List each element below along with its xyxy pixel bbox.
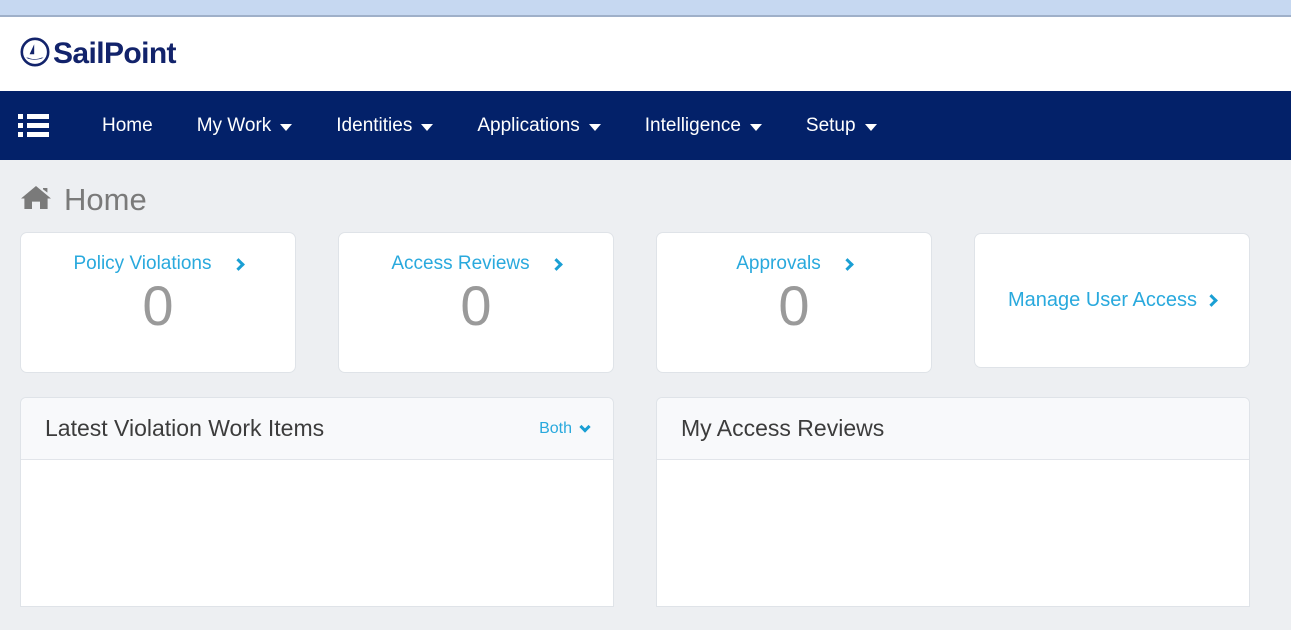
panel-title: My Access Reviews bbox=[681, 415, 885, 441]
menu-icon-bar bbox=[27, 114, 49, 119]
card-label: Approvals bbox=[736, 253, 821, 274]
panel-body bbox=[21, 460, 613, 606]
dashboard-panels-row: Latest Violation Work Items Both My Acce… bbox=[20, 397, 1271, 607]
chevron-down-icon bbox=[588, 123, 601, 131]
panel-filter-dropdown[interactable]: Both bbox=[539, 419, 591, 438]
card-value: 0 bbox=[142, 274, 174, 337]
page-content: Home Policy Violations 0 Access Reviews … bbox=[0, 160, 1291, 630]
page-title-text: Home bbox=[64, 182, 147, 217]
menu-icon-row bbox=[18, 114, 52, 119]
panel-body bbox=[657, 460, 1249, 606]
chevron-down-icon bbox=[579, 420, 591, 433]
card-label: Access Reviews bbox=[391, 253, 530, 274]
nav-item-label: Home bbox=[102, 114, 153, 136]
chevron-down-icon bbox=[421, 123, 434, 131]
chevron-right-icon[interactable] bbox=[1205, 294, 1218, 307]
panel-filter-label: Both bbox=[539, 419, 572, 437]
page-title: Home bbox=[20, 160, 1271, 232]
panel-header: Latest Violation Work Items Both bbox=[21, 398, 613, 460]
menu-icon-dot bbox=[18, 123, 23, 128]
card-value: 0 bbox=[460, 274, 492, 337]
chevron-down-icon bbox=[864, 123, 877, 131]
menu-icon-dot bbox=[18, 114, 23, 119]
home-icon bbox=[20, 184, 52, 217]
nav-item-label: Setup bbox=[805, 114, 856, 136]
card-value: 0 bbox=[778, 274, 810, 337]
chevron-right-icon[interactable] bbox=[231, 257, 245, 271]
nav-item-setup[interactable]: Setup bbox=[784, 109, 899, 143]
nav-item-label: My Work bbox=[196, 114, 272, 136]
nav-item-label: Intelligence bbox=[644, 114, 741, 136]
menu-icon-dot bbox=[18, 132, 23, 137]
card-access-reviews[interactable]: Access Reviews 0 bbox=[338, 232, 614, 373]
panel-my-access-reviews: My Access Reviews bbox=[656, 397, 1250, 607]
card-header: Access Reviews bbox=[339, 253, 613, 275]
card-header: Approvals bbox=[657, 253, 931, 275]
sailboat-circle-icon bbox=[20, 37, 50, 72]
list-menu-icon[interactable] bbox=[18, 110, 52, 142]
nav-item-label: Identities bbox=[336, 114, 413, 136]
summary-cards-row: Policy Violations 0 Access Reviews 0 App… bbox=[20, 232, 1271, 373]
panel-latest-violation-work-items: Latest Violation Work Items Both bbox=[20, 397, 614, 607]
chevron-down-icon bbox=[280, 123, 293, 131]
logo-wordmark: SailPoint bbox=[53, 37, 177, 70]
card-policy-violations[interactable]: Policy Violations 0 bbox=[20, 232, 296, 373]
nav-item-label: Applications bbox=[477, 114, 580, 136]
card-header: Policy Violations bbox=[21, 253, 295, 275]
card-label: Policy Violations bbox=[73, 253, 212, 274]
chevron-right-icon[interactable] bbox=[549, 257, 563, 271]
card-link-label: Manage User Access bbox=[1008, 289, 1197, 311]
chevron-down-icon bbox=[749, 123, 762, 131]
nav-item-my-work[interactable]: My Work bbox=[175, 109, 315, 143]
card-manage-user-access[interactable]: Manage User Access bbox=[974, 233, 1250, 368]
logo-header: SailPoint bbox=[0, 17, 1291, 91]
sailpoint-logo[interactable]: SailPoint bbox=[20, 37, 177, 72]
panel-title: Latest Violation Work Items bbox=[45, 415, 325, 441]
nav-item-intelligence[interactable]: Intelligence bbox=[623, 109, 784, 143]
card-approvals[interactable]: Approvals 0 bbox=[656, 232, 932, 373]
menu-icon-row bbox=[18, 132, 52, 137]
chevron-right-icon[interactable] bbox=[840, 257, 854, 271]
menu-icon-bar bbox=[27, 132, 49, 137]
panel-header: My Access Reviews bbox=[657, 398, 1249, 460]
nav-item-applications[interactable]: Applications bbox=[455, 109, 622, 143]
nav-item-home[interactable]: Home bbox=[80, 109, 175, 143]
menu-icon-bar bbox=[27, 123, 49, 128]
menu-icon-row bbox=[18, 123, 52, 128]
top-accent-band bbox=[0, 0, 1291, 17]
main-navigation-bar: Home My Work Identities Applications Int… bbox=[0, 91, 1291, 160]
nav-item-identities[interactable]: Identities bbox=[314, 109, 455, 143]
